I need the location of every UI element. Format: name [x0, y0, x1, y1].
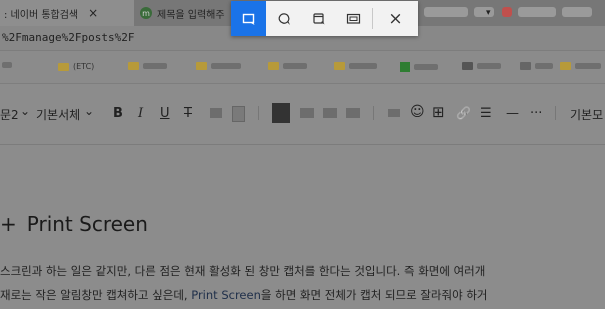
bookmark-label: (ETC) — [73, 62, 95, 71]
tab-naver-search[interactable]: : 네이버 통합검색 × — [0, 0, 134, 26]
tab-group-blurred — [424, 7, 494, 19]
freeform-snip-button[interactable] — [266, 1, 301, 36]
horizontal-rule-icon[interactable]: — — [506, 106, 519, 121]
line-spacing-icon[interactable] — [388, 109, 400, 117]
tab-label: : 네이버 통합검색 — [4, 9, 79, 21]
sheets-icon — [400, 62, 410, 72]
underline-button[interactable]: U — [160, 106, 170, 121]
align-left-icon[interactable] — [272, 103, 290, 123]
folder-icon — [462, 62, 473, 70]
tab-group-blurred-2 — [502, 7, 592, 19]
folder-icon — [128, 62, 139, 70]
bookmark-item[interactable] — [2, 62, 12, 68]
tab-menu-icon[interactable]: ▾ — [486, 0, 491, 26]
bookmarks-bar: (ETC) — [0, 51, 605, 84]
freeform-snip-icon — [278, 12, 290, 25]
tab-label: 제목을 입력해주 — [157, 9, 225, 21]
blurred-tab[interactable] — [518, 7, 556, 17]
align-justify-icon[interactable] — [346, 108, 360, 118]
window-snip-button[interactable] — [302, 1, 337, 36]
blurred-tab[interactable] — [474, 7, 494, 17]
folder-icon — [520, 62, 531, 70]
bookmark-item[interactable] — [520, 62, 553, 70]
bookmark-etc[interactable]: (ETC) — [58, 62, 94, 71]
folder-icon — [58, 62, 69, 71]
window-snip-icon — [313, 12, 325, 24]
blurred-tab[interactable] — [424, 7, 468, 17]
emoji-icon[interactable]: ☺ — [410, 104, 425, 120]
align-right-icon[interactable] — [323, 108, 337, 118]
blurred-tab[interactable] — [562, 7, 592, 17]
list-icon[interactable]: ☰ — [480, 106, 492, 121]
bookmark-item[interactable] — [196, 62, 241, 70]
folder-icon — [560, 62, 571, 70]
paragraph-text: 재로는 작은 알림창만 캡쳐하고 싶은데, — [0, 288, 192, 302]
bookmark-item[interactable] — [334, 62, 377, 70]
google-favicon-icon[interactable] — [502, 7, 512, 17]
style-preset-select[interactable]: 기본모 — [570, 106, 603, 123]
link-icon[interactable]: 🔗 — [456, 106, 471, 120]
bookmark-item[interactable] — [560, 62, 601, 70]
bookmark-item[interactable] — [462, 62, 501, 70]
paragraph-text: 을 하면 화면 전체가 캡처 되므로 잘라줘야 하거 — [260, 288, 488, 302]
align-center-icon[interactable] — [300, 108, 314, 118]
divider — [258, 106, 259, 120]
table-icon[interactable]: ⊞ — [432, 103, 445, 121]
close-icon: × — [388, 8, 403, 29]
editor-toolbar: 문2 ⌄ 기본서체 ⌄ B I U T ☺ ⊞ 🔗 ☰ — ··· 기본모 — [0, 84, 605, 145]
chevron-down-icon[interactable]: ⌄ — [84, 104, 94, 118]
tab-editor[interactable]: m 제목을 입력해주 — [140, 0, 240, 26]
highlight-icon[interactable] — [232, 106, 245, 122]
more-icon[interactable]: ··· — [530, 106, 542, 121]
chevron-down-icon[interactable]: ⌄ — [20, 104, 30, 118]
rectangle-snip-button[interactable] — [231, 1, 267, 36]
tab-favicon-icon: m — [140, 7, 152, 19]
bookmark-item[interactable] — [128, 62, 167, 70]
paragraph-line-1: 스크린과 하는 일은 같지만, 다른 점은 현재 활성화 된 창만 캡처를 한다… — [0, 264, 486, 278]
text-color-icon[interactable] — [210, 108, 222, 118]
divider — [555, 106, 556, 120]
rectangle-snip-icon — [242, 13, 255, 25]
close-snip-button[interactable]: × — [373, 1, 418, 36]
screen: : 네이버 통합검색 × m 제목을 입력해주 ▾ %2Fmanage%2Fpo… — [0, 0, 605, 309]
tab-close-icon[interactable]: × — [88, 6, 98, 20]
folder-icon — [196, 62, 207, 70]
heading-bullet: + — [0, 212, 17, 236]
fullscreen-snip-button[interactable] — [337, 1, 372, 36]
bookmark-item[interactable] — [400, 62, 438, 72]
italic-button[interactable]: I — [138, 106, 143, 121]
folder-icon — [334, 62, 345, 70]
strikethrough-button[interactable]: T — [184, 106, 192, 121]
url-text[interactable]: %2Fmanage%2Fposts%2F — [2, 31, 134, 44]
print-screen-term: Print Screen — [191, 288, 261, 302]
heading-text: Print Screen — [26, 212, 148, 236]
bold-button[interactable]: B — [113, 106, 123, 121]
section-heading: + Print Screen — [0, 212, 148, 236]
paragraph-line-2: 재로는 작은 알림창만 캡쳐하고 싶은데, Print Screen을 하면 화… — [0, 287, 487, 303]
divider — [373, 106, 374, 120]
font-select[interactable]: 기본서체 — [36, 106, 80, 123]
paragraph-style-select[interactable]: 문2 — [0, 106, 19, 123]
fullscreen-snip-icon — [347, 13, 361, 24]
snip-toolbar: × — [231, 1, 418, 36]
folder-icon — [268, 62, 279, 70]
bookmark-item[interactable] — [268, 62, 307, 70]
